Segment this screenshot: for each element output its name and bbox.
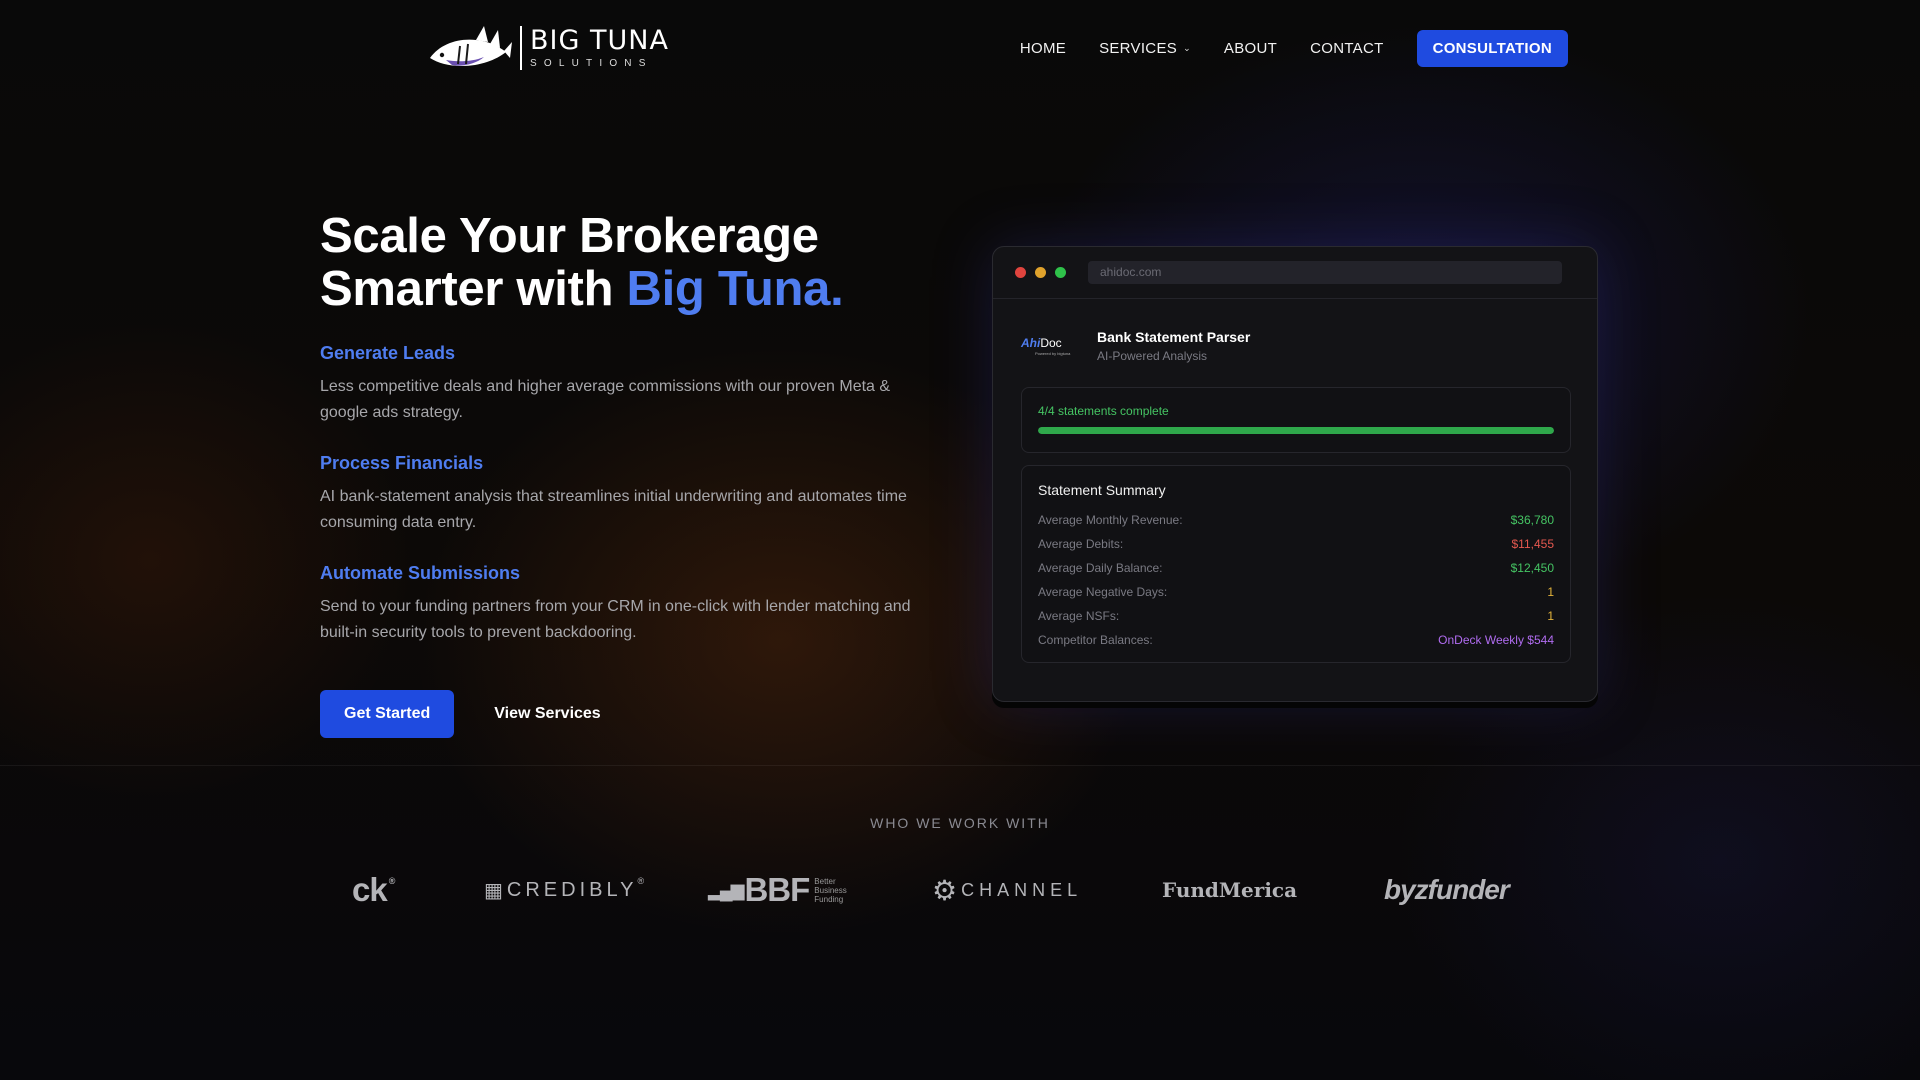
summary-value: 1 (1547, 585, 1554, 599)
brand-tagline: SOLUTIONS (530, 58, 653, 69)
ahidoc-logo-ahi: Ahi (1021, 336, 1041, 350)
summary-row: Average Monthly Revenue: $36,780 (1038, 508, 1554, 532)
window-close-dot (1015, 267, 1026, 278)
window-minimize-dot (1035, 267, 1046, 278)
partner-logo-bbf: ▂▄▆ BBF Better Business Funding (708, 868, 860, 912)
progress-card: 4/4 statements complete (1021, 387, 1571, 453)
window-maximize-dot (1055, 267, 1066, 278)
summary-label: Average Debits: (1038, 537, 1124, 551)
partner-bbf-name: BBF (744, 871, 810, 908)
brand-name: BIG TUNA (530, 25, 669, 56)
tuna-fish-icon (430, 26, 512, 66)
partner-logo-credibly: ▦ CREDIBLY ® (484, 868, 644, 912)
hero-title-line1: Scale Your Brokerage (320, 209, 819, 263)
nav-links: HOME SERVICES ⌄ ABOUT CONTACT CONSULTATI… (987, 30, 1568, 67)
summary-label: Average NSFs: (1038, 609, 1120, 623)
summary-value: 1 (1547, 609, 1554, 623)
partner-byzfunder-name: byzfunder (1384, 874, 1510, 905)
feature-heading: Process Financials (320, 453, 484, 473)
partner-logo-byzfunder: byzfunder (1384, 868, 1510, 912)
summary-label: Competitor Balances: (1038, 633, 1153, 647)
statement-summary-card: Statement Summary Average Monthly Revenu… (1021, 465, 1571, 663)
partners-heading: WHO WE WORK WITH (870, 815, 1050, 831)
nav-services[interactable]: SERVICES ⌄ (1099, 40, 1191, 57)
channel-gear-icon: ⚙ (932, 874, 958, 906)
feature-heading: Generate Leads (320, 343, 456, 363)
view-services-link[interactable]: View Services (494, 705, 600, 723)
app-subtitle: AI-Powered Analysis (1097, 349, 1208, 363)
summary-row: Average Daily Balance: $12,450 (1038, 556, 1554, 580)
logo-divider (520, 26, 522, 70)
ahidoc-preview-window: ahidoc.com Ahi Doc Powered by bigtuna Ba… (992, 246, 1598, 702)
partner-ck-name: ck (352, 871, 388, 908)
registered-mark: ® (388, 876, 396, 886)
partner-logo-channel: ⚙ CHANNEL (932, 868, 1082, 912)
hero-title-accent: Big Tuna. (626, 262, 844, 316)
ahidoc-logo-doc: Doc (1040, 336, 1062, 350)
summary-row: Competitor Balances: OnDeck Weekly $544 (1038, 628, 1554, 652)
ahidoc-powered-by: Powered by bigtuna (1035, 351, 1071, 356)
feature-heading: Automate Submissions (320, 563, 521, 583)
summary-row: Average Debits: $11,455 (1038, 532, 1554, 556)
summary-row: Average NSFs: 1 (1038, 604, 1554, 628)
summary-label: Average Daily Balance: (1038, 561, 1163, 575)
feature-text: Send to your funding partners from your … (320, 598, 911, 641)
feature-process-financials: Process Financials AI bank-statement ana… (320, 453, 940, 536)
partner-logos: ck ® ▦ CREDIBLY ® ▂▄▆ BBF Better Busines… (352, 868, 1522, 912)
summary-value: $36,780 (1510, 513, 1554, 527)
browser-titlebar: ahidoc.com (993, 247, 1597, 299)
summary-value: OnDeck Weekly $544 (1438, 633, 1554, 647)
nav-home[interactable]: HOME (1020, 40, 1066, 57)
feature-generate-leads: Generate Leads Less competitive deals an… (320, 343, 940, 426)
summary-value: $11,455 (1511, 537, 1555, 551)
summary-label: Average Negative Days: (1038, 585, 1168, 599)
top-navbar: BIG TUNA SOLUTIONS HOME SERVICES ⌄ ABOUT… (0, 0, 1920, 95)
summary-row: Average Negative Days: 1 (1038, 580, 1554, 604)
nav-contact[interactable]: CONTACT (1310, 40, 1383, 57)
consultation-button[interactable]: CONSULTATION (1416, 30, 1568, 67)
nav-services-label: SERVICES (1099, 40, 1178, 57)
feature-text: Less competitive deals and higher averag… (320, 378, 891, 421)
partner-logo-ck: ck ® (352, 868, 396, 912)
partner-credibly-name: CREDIBLY (506, 878, 638, 901)
partner-bbf-sub: Better Business Funding (814, 876, 847, 904)
feature-automate-submissions: Automate Submissions Send to your fundin… (320, 563, 940, 646)
summary-label: Average Monthly Revenue: (1038, 513, 1183, 527)
section-divider (0, 765, 1920, 766)
progress-bar (1038, 427, 1554, 434)
summary-value: $12,450 (1510, 561, 1554, 575)
feature-text: AI bank-statement analysis that streamli… (320, 488, 907, 531)
app-header: Ahi Doc Powered by bigtuna Bank Statemen… (1021, 329, 1250, 363)
nav-about[interactable]: ABOUT (1224, 40, 1277, 57)
ahidoc-logo: Ahi Doc Powered by bigtuna (1021, 331, 1083, 361)
bbf-bars-icon: ▂▄▆ (708, 879, 744, 900)
url-bar: ahidoc.com (1088, 261, 1562, 284)
hero-ctas: Get Started View Services (320, 690, 940, 738)
brand-logo[interactable]: BIG TUNA SOLUTIONS (428, 24, 669, 72)
get-started-button[interactable]: Get Started (320, 690, 455, 738)
chevron-down-icon: ⌄ (1183, 43, 1191, 53)
partner-fundmerica-name: FundMerica (1162, 878, 1298, 902)
progress-bar-fill (1038, 427, 1554, 434)
credibly-symbol-icon: ▦ (484, 879, 503, 902)
hero-title: Scale Your Brokerage Smarter with Big Tu… (320, 210, 940, 316)
partner-channel-name: CHANNEL (961, 879, 1083, 900)
hero-title-line2: Smarter with (320, 262, 614, 316)
hero-section: Scale Your Brokerage Smarter with Big Tu… (320, 210, 940, 738)
progress-status: 4/4 statements complete (1038, 404, 1169, 418)
registered-mark: ® (637, 876, 645, 886)
app-title: Bank Statement Parser (1097, 329, 1251, 345)
partner-logo-fundmerica: FundMerica (1162, 868, 1297, 912)
summary-title: Statement Summary (1038, 482, 1166, 498)
